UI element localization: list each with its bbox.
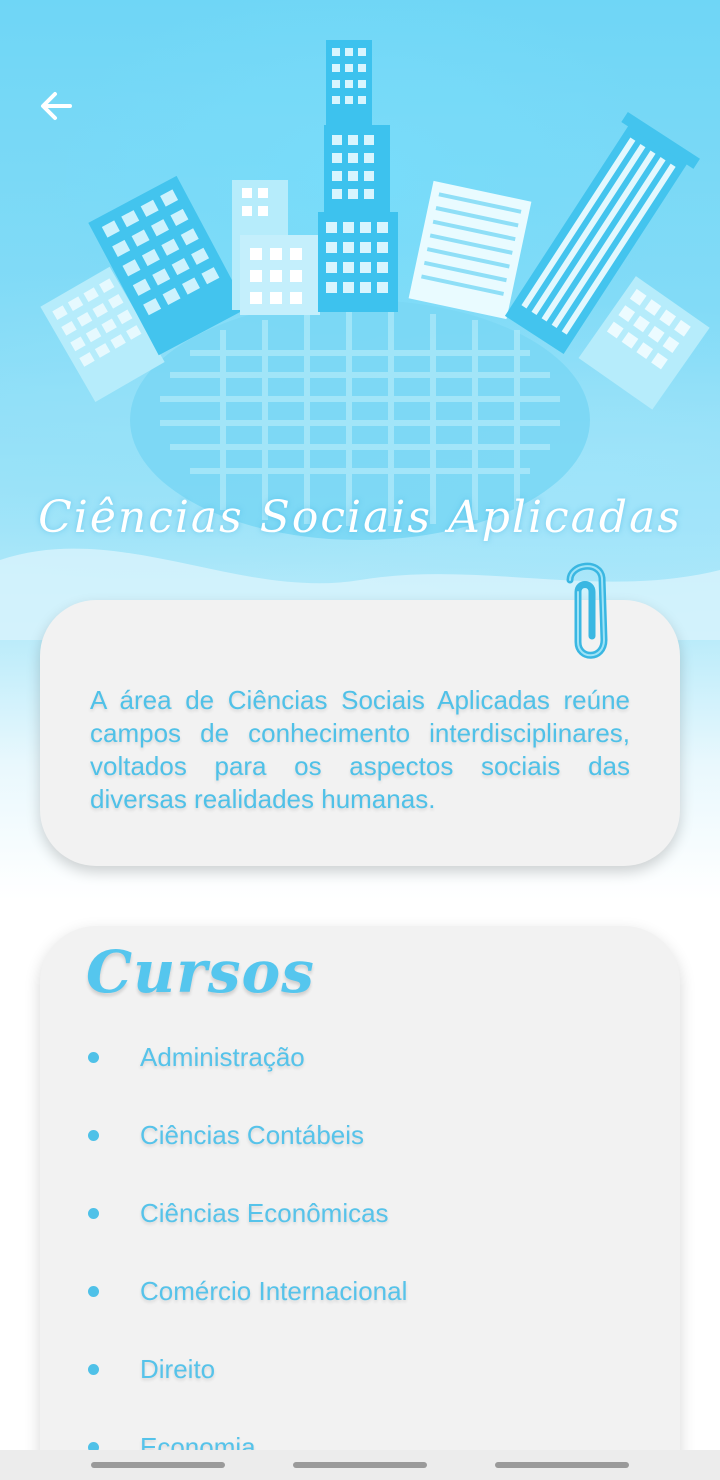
bullet-dot-icon [88,1051,99,1063]
bullet-dot-icon [88,1207,99,1219]
courses-heading: Cursos [86,938,315,1006]
intro-description: A área de Ciências Sociais Aplicadas reú… [90,685,630,814]
course-label: Ciências Econômicas [140,1197,389,1228]
list-item-administracao[interactable]: Administração [88,1037,305,1077]
course-label: Direito [140,1353,216,1384]
nav-back-button[interactable] [495,1462,629,1468]
course-label: Administração [140,1041,305,1072]
paperclip-icon [566,562,608,659]
nav-recents-button[interactable] [91,1462,225,1468]
arrow-left-icon [41,92,72,120]
building-center-left-pale [232,180,320,315]
nav-home-button[interactable] [293,1462,427,1468]
course-label: Comércio Internacional [140,1275,408,1306]
building-central-tower [318,40,398,312]
bullet-dot-icon [88,1363,99,1375]
list-item-direito[interactable]: Direito [88,1349,215,1389]
bullet-dot-icon [88,1129,99,1141]
course-label: Ciências Contábeis [140,1119,365,1150]
building-right-pale [408,180,532,320]
back-button[interactable] [28,80,84,132]
page-title: Ciências Sociais Aplicadas [38,492,682,543]
screen: Ciências Sociais Aplicadas A área de Ciê… [0,0,720,1480]
list-item-ciencias-contabeis[interactable]: Ciências Contábeis [88,1115,364,1155]
list-item-ciencias-economicas[interactable]: Ciências Econômicas [88,1193,389,1233]
bullet-dot-icon [88,1285,99,1297]
system-navigation-bar [0,1450,720,1480]
city-skyline-illustration [0,40,720,640]
list-item-comercio-internacional[interactable]: Comércio Internacional [88,1271,407,1311]
